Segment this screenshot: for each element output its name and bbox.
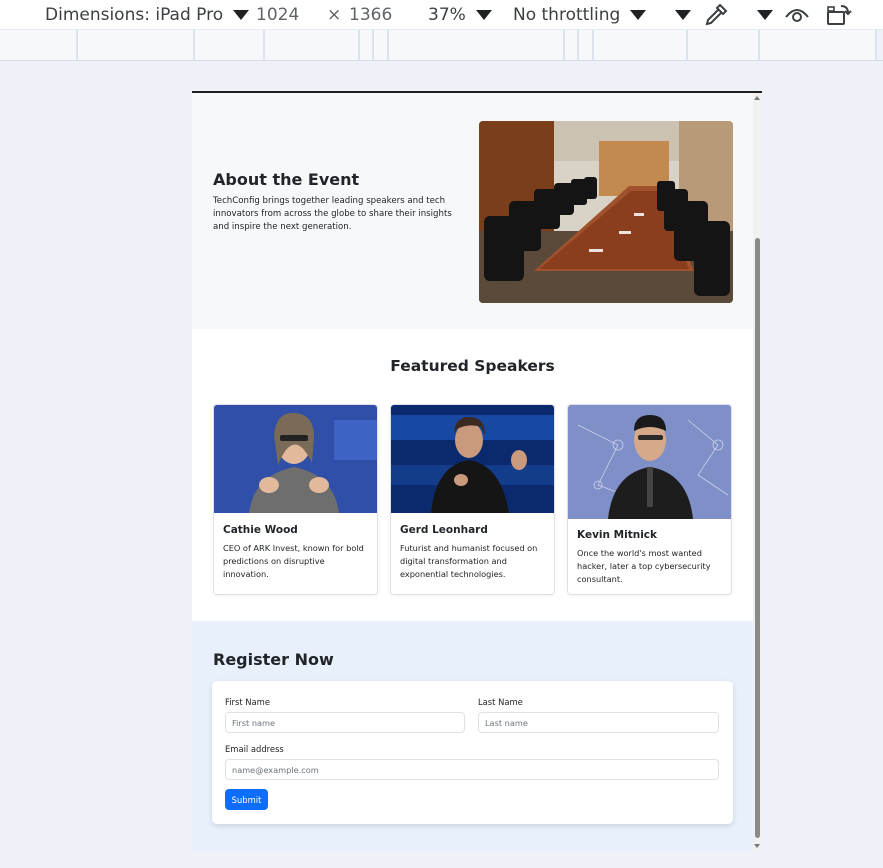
speakers-title: Featured Speakers xyxy=(390,357,555,375)
media-query-segment[interactable] xyxy=(374,30,389,60)
speaker-bio: Futurist and humanist focused on digital… xyxy=(400,543,538,579)
speaker-name: Cathie Wood xyxy=(223,524,298,536)
about-text: TechConfig brings together leading speak… xyxy=(213,196,452,232)
scroll-up-icon[interactable] xyxy=(754,96,760,100)
speaker-name: Kevin Mitnick xyxy=(577,529,657,541)
throttling-dropdown[interactable]: No throttling xyxy=(513,0,647,30)
speaker-photo xyxy=(214,405,377,517)
about-section: About the Event TechConfig brings togeth… xyxy=(192,93,753,329)
speaker-name: Gerd Leonhard xyxy=(400,524,488,536)
caret-down-icon xyxy=(475,10,492,20)
speaker-bio: CEO of ARK Invest, known for bold predic… xyxy=(223,543,364,579)
height-input[interactable]: 1366 xyxy=(349,0,392,30)
device-viewport: About the Event TechConfig brings togeth… xyxy=(192,91,762,851)
throttling-label: No throttling xyxy=(513,5,621,25)
register-title: Register Now xyxy=(213,650,334,669)
email-field[interactable] xyxy=(225,759,719,780)
media-query-segment[interactable] xyxy=(0,30,78,60)
register-section: Register Now First Name Last Name Email … xyxy=(192,621,753,851)
speaker-card: Cathie Wood CEO of ARK Invest, known for… xyxy=(213,404,378,595)
page-scrollbar[interactable] xyxy=(753,93,762,851)
eyedropper-icon[interactable] xyxy=(703,0,729,30)
caret-down-icon xyxy=(630,10,647,20)
media-query-bar xyxy=(0,30,883,61)
caret-down-icon xyxy=(675,10,691,20)
caret-dropdown[interactable] xyxy=(747,0,773,30)
media-query-segment[interactable] xyxy=(195,30,265,60)
eye-icon[interactable] xyxy=(784,0,810,30)
dimensions-label: Dimensions: iPad Pro xyxy=(45,5,224,25)
speaker-bio: Once the world's most wanted hacker, lat… xyxy=(577,548,711,584)
last-name-field[interactable] xyxy=(478,712,719,733)
caret-down-icon xyxy=(757,10,773,20)
registration-form: First Name Last Name Email address Submi… xyxy=(212,681,733,824)
width-input[interactable]: 1024 xyxy=(256,0,299,30)
speaker-card: Gerd Leonhard Futurist and humanist focu… xyxy=(390,404,555,595)
media-query-segment[interactable] xyxy=(594,30,688,60)
media-query-segment[interactable] xyxy=(78,30,195,60)
dimensions-dropdown[interactable]: Dimensions: iPad Pro xyxy=(45,0,250,30)
about-title: About the Event xyxy=(213,170,360,189)
media-query-segment[interactable] xyxy=(579,30,594,60)
media-query-segment[interactable] xyxy=(688,30,760,60)
caret-down-icon xyxy=(233,10,250,20)
media-query-segment[interactable] xyxy=(389,30,565,60)
scrollbar-thumb[interactable] xyxy=(755,238,760,838)
media-query-segment[interactable] xyxy=(360,30,374,60)
media-query-segment[interactable] xyxy=(265,30,360,60)
zoom-dropdown[interactable]: 37% xyxy=(428,0,492,30)
conference-room-image xyxy=(479,121,733,303)
first-name-label: First Name xyxy=(225,697,270,707)
more-options-dropdown[interactable] xyxy=(665,0,691,30)
media-query-segment[interactable] xyxy=(565,30,579,60)
first-name-field[interactable] xyxy=(225,712,465,733)
close-icon: × xyxy=(327,5,342,25)
scroll-down-icon[interactable] xyxy=(754,844,760,848)
zoom-label: 37% xyxy=(428,5,466,25)
device-toolbar: Dimensions: iPad Pro 1024 × 1366 37% No … xyxy=(0,0,883,30)
speaker-photo xyxy=(568,405,731,523)
media-query-segment[interactable] xyxy=(760,30,877,60)
last-name-label: Last Name xyxy=(478,697,523,707)
rotate-icon[interactable] xyxy=(825,0,853,30)
email-label: Email address xyxy=(225,744,284,754)
speaker-photo xyxy=(391,405,554,517)
submit-button[interactable]: Submit xyxy=(225,789,268,810)
speaker-card: Kevin Mitnick Once the world's most want… xyxy=(567,404,732,595)
